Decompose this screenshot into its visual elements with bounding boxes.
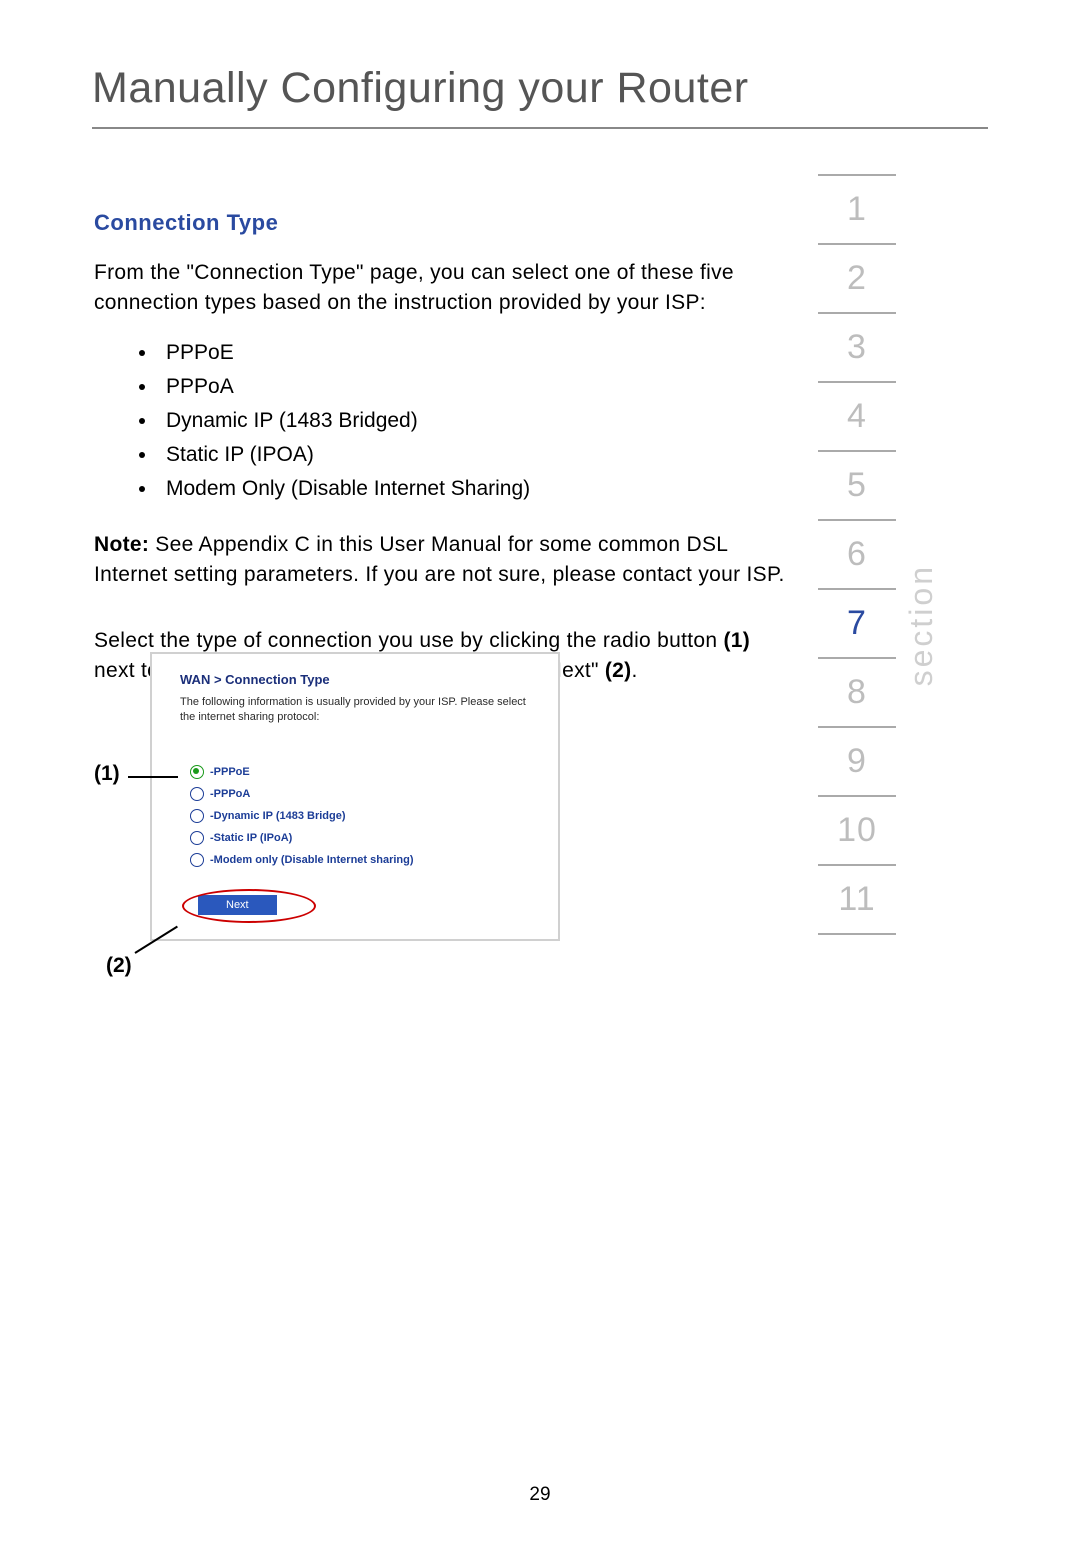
breadcrumb-sep: > bbox=[210, 672, 225, 687]
section-index-item-10[interactable]: 10 bbox=[818, 797, 896, 866]
page-title: Manually Configuring your Router bbox=[92, 64, 988, 113]
section-index-item-3[interactable]: 3 bbox=[818, 314, 896, 383]
list-item: PPPoA bbox=[158, 370, 770, 404]
radio-icon[interactable] bbox=[190, 809, 204, 823]
connection-type-option[interactable]: -Dynamic IP (1483 Bridge) bbox=[190, 809, 542, 823]
radio-label: -Dynamic IP (1483 Bridge) bbox=[210, 810, 346, 822]
radio-label: -Static IP (IPoA) bbox=[210, 832, 292, 844]
connection-type-option[interactable]: -PPPoA bbox=[190, 787, 542, 801]
radio-icon[interactable] bbox=[190, 787, 204, 801]
radio-icon[interactable] bbox=[190, 831, 204, 845]
breadcrumb-parent: WAN bbox=[180, 672, 210, 687]
section-index-item-9[interactable]: 9 bbox=[818, 728, 896, 797]
callout-1: (1) bbox=[94, 762, 120, 786]
panel-description: The following information is usually pro… bbox=[180, 695, 542, 725]
list-item: Modem Only (Disable Internet Sharing) bbox=[158, 472, 770, 506]
section-heading: Connection Type bbox=[94, 210, 794, 236]
note-text: See Appendix C in this User Manual for s… bbox=[94, 533, 785, 586]
section-index-item-4[interactable]: 4 bbox=[818, 383, 896, 452]
radio-label: -PPPoE bbox=[210, 766, 250, 778]
list-item: Static IP (IPOA) bbox=[158, 438, 770, 472]
intro-paragraph: From the "Connection Type" page, you can… bbox=[94, 258, 794, 318]
breadcrumb-child: Connection Type bbox=[225, 672, 329, 687]
content-column: Connection Type From the "Connection Typ… bbox=[94, 210, 794, 704]
radio-selected-icon[interactable] bbox=[190, 765, 204, 779]
section-index-item-5[interactable]: 5 bbox=[818, 452, 896, 521]
header-divider bbox=[92, 127, 988, 129]
callout-1-line bbox=[128, 776, 178, 778]
connection-type-option[interactable]: -PPPoE bbox=[190, 765, 542, 779]
section-index-item-8[interactable]: 8 bbox=[818, 659, 896, 728]
instruction-ref-1: (1) bbox=[723, 629, 750, 652]
next-button-row: Next bbox=[198, 895, 542, 915]
section-index-item-2[interactable]: 2 bbox=[818, 245, 896, 314]
section-index-item-7[interactable]: 7 bbox=[818, 590, 896, 659]
list-item: PPPoE bbox=[158, 336, 770, 370]
instruction-ref-2: (2) bbox=[605, 659, 632, 682]
panel-breadcrumb: WAN > Connection Type bbox=[180, 672, 542, 687]
section-index-item-6[interactable]: 6 bbox=[818, 521, 896, 590]
connection-types-list: PPPoEPPPoADynamic IP (1483 Bridged)Stati… bbox=[118, 336, 770, 506]
radio-label: -Modem only (Disable Internet sharing) bbox=[210, 854, 414, 866]
section-index-item-1[interactable]: 1 bbox=[818, 174, 896, 245]
wan-connection-panel: WAN > Connection Type The following info… bbox=[150, 652, 560, 941]
page-header: Manually Configuring your Router bbox=[0, 0, 1080, 129]
radio-icon[interactable] bbox=[190, 853, 204, 867]
callout-2: (2) bbox=[106, 954, 132, 978]
section-index: 1234567891011 bbox=[818, 174, 896, 935]
radio-label: -PPPoA bbox=[210, 788, 250, 800]
page-number: 29 bbox=[0, 1484, 1080, 1506]
connection-type-option[interactable]: -Static IP (IPoA) bbox=[190, 831, 542, 845]
instruction-text-c: . bbox=[631, 659, 637, 682]
connection-type-radio-group: -PPPoE -PPPoA -Dynamic IP (1483 Bridge) -St… bbox=[180, 765, 542, 867]
next-button[interactable]: Next bbox=[198, 895, 277, 915]
screenshot-panel-wrap: WAN > Connection Type The following info… bbox=[150, 652, 560, 941]
connection-type-option[interactable]: -Modem only (Disable Internet sharing) bbox=[190, 853, 542, 867]
note-label: Note: bbox=[94, 533, 149, 556]
instruction-text-a: Select the type of connection you use by… bbox=[94, 629, 723, 652]
section-index-item-11[interactable]: 11 bbox=[818, 866, 896, 935]
note-paragraph: Note: See Appendix C in this User Manual… bbox=[94, 530, 794, 590]
section-label: section bbox=[903, 564, 940, 686]
list-item: Dynamic IP (1483 Bridged) bbox=[158, 404, 770, 438]
